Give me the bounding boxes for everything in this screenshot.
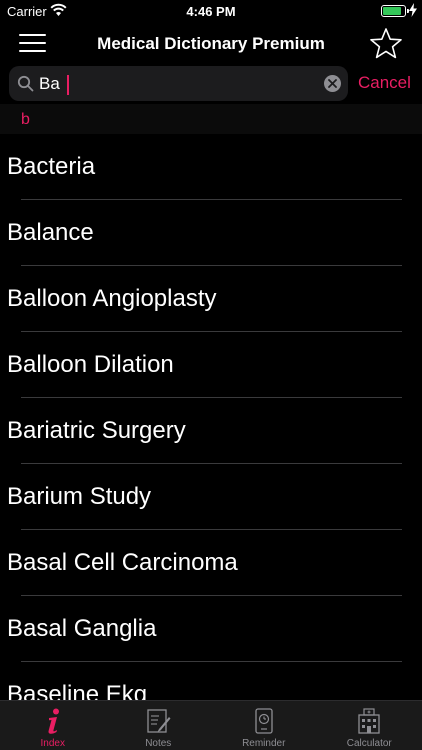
list-item-label: Barium Study: [7, 483, 152, 510]
tab-calculator[interactable]: Calculator: [317, 701, 422, 750]
section-header: b: [0, 104, 422, 134]
list-item-label: Baseline Ekg: [7, 681, 148, 700]
list-item-label: Basal Cell Carcinoma: [7, 549, 238, 576]
search-field[interactable]: [9, 66, 348, 101]
tab-notes[interactable]: Notes: [106, 701, 212, 750]
results-list[interactable]: Bacteria Balance Balloon Angioplasty Bal…: [0, 134, 422, 700]
nav-bar: Medical Dictionary Premium: [0, 24, 422, 64]
list-item-label: Balloon Dilation: [7, 351, 174, 378]
status-bar: Carrier 4:46 PM: [0, 0, 422, 24]
list-item[interactable]: Bariatric Surgery: [0, 398, 422, 464]
battery-level: [383, 7, 401, 15]
tab-reminder[interactable]: Reminder: [211, 701, 317, 750]
tab-label: Reminder: [242, 738, 286, 749]
info-icon: [48, 708, 59, 734]
list-item[interactable]: Basal Ganglia: [0, 596, 422, 662]
list-item[interactable]: Bacteria: [0, 134, 422, 200]
favorite-star-icon[interactable]: [369, 27, 403, 59]
page-title: Medical Dictionary Premium: [97, 34, 325, 53]
battery-icon: [381, 5, 409, 17]
list-item-label: Bariatric Surgery: [7, 417, 186, 444]
list-item-label: Bacteria: [7, 153, 96, 180]
text-cursor: [67, 75, 69, 95]
clear-search-icon[interactable]: [324, 75, 341, 92]
tab-label: Notes: [145, 738, 172, 749]
notes-icon: [147, 709, 171, 733]
search-icon: [17, 75, 34, 92]
search-input[interactable]: [39, 71, 309, 97]
calculator-icon: [358, 708, 380, 734]
list-item[interactable]: Balloon Dilation: [0, 332, 422, 398]
section-letter: b: [21, 111, 30, 128]
list-item-label: Balance: [7, 219, 94, 246]
cancel-button[interactable]: Cancel: [358, 73, 411, 93]
charging-bolt-icon: [409, 3, 417, 17]
reminder-icon: [255, 708, 273, 734]
list-item[interactable]: Baseline Ekg: [0, 662, 422, 700]
list-item[interactable]: Balance: [0, 200, 422, 266]
list-item-label: Balloon Angioplasty: [7, 285, 217, 312]
tab-label: Calculator: [346, 738, 392, 749]
list-item[interactable]: Balloon Angioplasty: [0, 266, 422, 332]
list-item[interactable]: Basal Cell Carcinoma: [0, 530, 422, 596]
tab-index[interactable]: Index: [0, 701, 106, 750]
tab-label: Index: [40, 738, 65, 749]
list-item-label: Basal Ganglia: [7, 615, 157, 642]
list-item[interactable]: Barium Study: [0, 464, 422, 530]
clock: 4:46 PM: [186, 4, 236, 19]
tab-bar: Index Notes Reminder Calculator: [0, 700, 422, 750]
